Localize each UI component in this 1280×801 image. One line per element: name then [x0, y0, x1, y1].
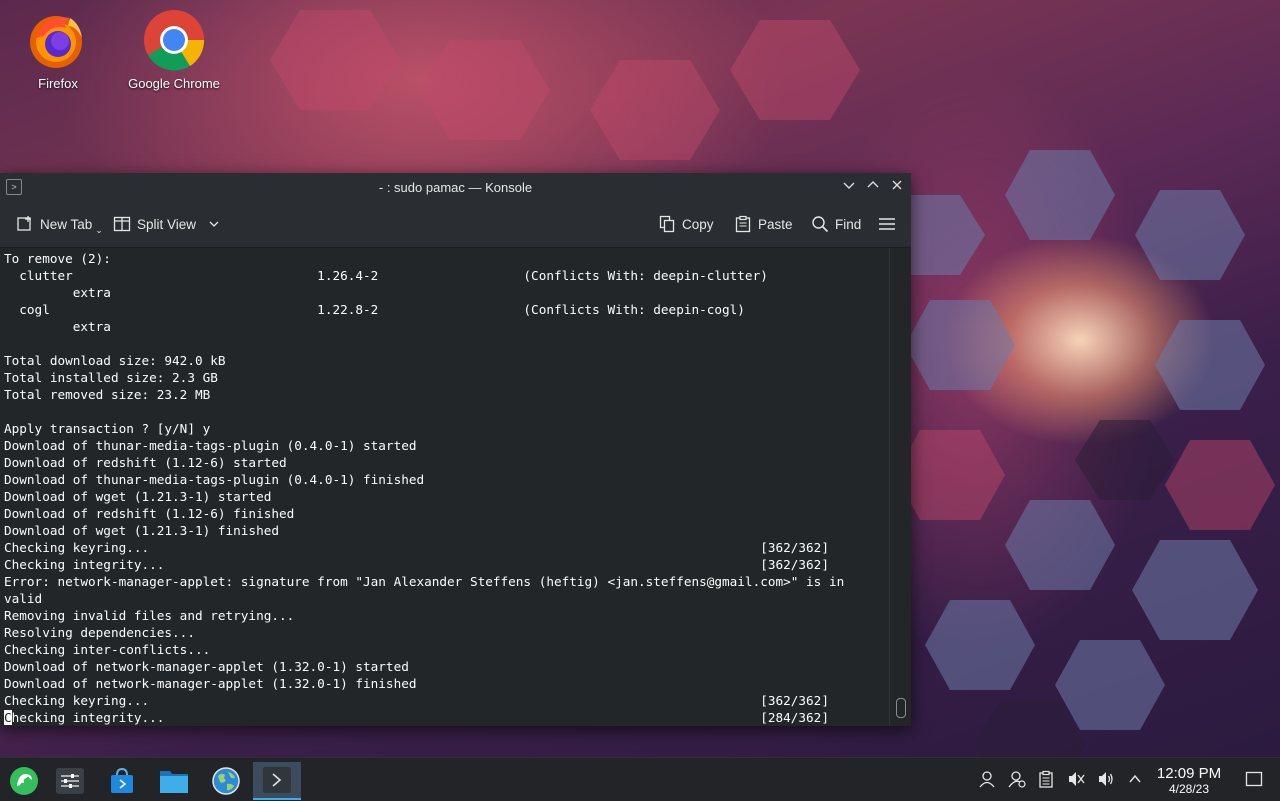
terminal-line: Download of thunar-media-tags-plugin (0.… [4, 438, 417, 453]
hamburger-menu-icon [879, 218, 895, 230]
toolbar: New Tab ⌄ Split View Copy Paste Find [0, 201, 911, 248]
terminal-icon [263, 767, 291, 793]
terminal-text: To remove (2): clutter 1.26.4-2 (Conflic… [0, 248, 890, 709]
terminal-line: Download of redshift (1.12-6) started [4, 455, 287, 470]
split-view-icon [113, 216, 131, 232]
terminal-line: Download of network-manager-applet (1.32… [4, 676, 417, 691]
user-status-icon[interactable] [1007, 769, 1027, 789]
user-icon[interactable] [977, 769, 997, 789]
globe-icon [212, 767, 240, 795]
new-tab-icon [17, 216, 31, 231]
paste-label: Paste [758, 216, 793, 232]
terminal-line: Checking keyring... [362/362] [4, 540, 829, 555]
desktop-icon-firefox[interactable]: Firefox [3, 8, 113, 91]
copy-icon [659, 215, 675, 233]
close-icon [892, 180, 902, 190]
split-view-label: Split View [137, 216, 197, 232]
terminal-line: hecking integrity... [284/362] [11, 710, 829, 725]
split-view-button[interactable]: Split View [113, 214, 220, 234]
terminal-line: cogl 1.22.8-2 (Conflicts With: deepin-co… [4, 302, 745, 317]
chevron-down-icon [843, 182, 855, 189]
scrollbar-thumb[interactable] [896, 698, 906, 718]
hamburger-menu-button[interactable] [878, 214, 896, 234]
terminal-line: clutter 1.26.4-2 (Conflicts With: deepin… [4, 268, 768, 283]
terminal-line: Total download size: 942.0 kB [4, 353, 226, 368]
terminal-line: extra [4, 319, 111, 334]
dropdown-indicator-icon: ⌄ [95, 224, 103, 235]
digital-clock[interactable]: 12:09 PM 4/28/23 [1150, 765, 1228, 796]
taskbar: 12:09 PM 4/28/23 [0, 757, 1280, 801]
terminal-current-line: Checking integrity... [284/362] [0, 709, 890, 726]
desktop-icon-label: Google Chrome [128, 76, 220, 91]
app-launcher-button[interactable] [0, 762, 48, 800]
clock-date: 4/28/23 [1168, 782, 1210, 796]
paste-button[interactable]: Paste [734, 214, 793, 234]
terminal-line: Total installed size: 2.3 GB [4, 370, 218, 385]
sliders-icon [56, 768, 84, 794]
terminal-line: To remove (2): [4, 251, 111, 266]
terminal-line: Checking keyring... [362/362] [4, 693, 829, 708]
terminal-line: Download of redshift (1.12-6) finished [4, 506, 295, 521]
clipboard-icon[interactable] [1036, 769, 1056, 789]
taskbar-item-browser[interactable] [202, 762, 250, 800]
speaker-muted-icon[interactable] [1066, 769, 1086, 789]
copy-label: Copy [682, 216, 714, 232]
minimize-button[interactable] [840, 178, 858, 196]
terminal-line: Resolving dependencies... [4, 625, 195, 640]
new-tab-label: New Tab [40, 216, 93, 232]
text-cursor: C [4, 710, 12, 725]
vertical-scrollbar[interactable] [889, 248, 911, 726]
terminal-line: Checking inter-conflicts... [4, 642, 211, 657]
terminal-line: Apply transaction ? [y/N] y [4, 421, 211, 436]
store-bag-icon [111, 767, 133, 793]
taskbar-item-settings-panel[interactable] [46, 762, 94, 800]
terminal-output[interactable]: To remove (2): clutter 1.26.4-2 (Conflic… [0, 248, 890, 726]
clock-time: 12:09 PM [1156, 765, 1222, 782]
terminal-line: Download of wget (1.21.3-1) finished [4, 523, 279, 538]
search-icon [812, 216, 829, 233]
chevron-down-icon [209, 221, 219, 227]
volume-icon[interactable] [1096, 769, 1116, 789]
new-tab-button[interactable]: New Tab ⌄ [16, 214, 103, 235]
title-bar[interactable]: > - : sudo pamac — Konsole [0, 173, 911, 201]
terminal-line: Download of wget (1.21.3-1) started [4, 489, 272, 504]
close-button[interactable] [888, 178, 906, 196]
find-label: Find [835, 216, 862, 232]
manjaro-logo-icon [10, 767, 38, 795]
terminal-line: Removing invalid files and retrying... [4, 608, 295, 623]
desktop-icon-chrome[interactable]: Google Chrome [119, 8, 229, 91]
terminal-line: Total removed size: 23.2 MB [4, 387, 211, 402]
firefox-icon [26, 8, 90, 72]
chevron-up-icon [867, 181, 879, 188]
terminal-line: Checking integrity... [362/362] [4, 557, 829, 572]
find-button[interactable]: Find [811, 214, 861, 234]
terminal-line: extra [4, 285, 111, 300]
terminal-line: valid [4, 591, 43, 606]
terminal-line: Error: network-manager-applet: signature… [4, 574, 845, 589]
konsole-window[interactable]: > - : sudo pamac — Konsole New Tab ⌄ Spl… [0, 173, 911, 726]
copy-button[interactable]: Copy [658, 214, 714, 234]
maximize-button[interactable] [864, 178, 882, 196]
taskbar-item-konsole[interactable] [253, 762, 301, 800]
chrome-icon [142, 8, 206, 72]
window-title: - : sudo pamac — Konsole [378, 180, 533, 195]
terminal-line: Download of network-manager-applet (1.32… [4, 659, 409, 674]
show-desktop-button[interactable] [1244, 769, 1264, 789]
folder-icon [160, 771, 188, 793]
show-hidden-icons-chevron-up-icon[interactable] [1125, 769, 1145, 789]
taskbar-item-software-store[interactable] [98, 762, 146, 800]
taskbar-item-file-manager[interactable] [150, 762, 198, 800]
terminal-line: Download of thunar-media-tags-plugin (0.… [4, 472, 425, 487]
paste-icon [735, 215, 751, 233]
desktop-icon-label: Firefox [38, 76, 78, 91]
show-desktop-icon [1245, 771, 1263, 787]
